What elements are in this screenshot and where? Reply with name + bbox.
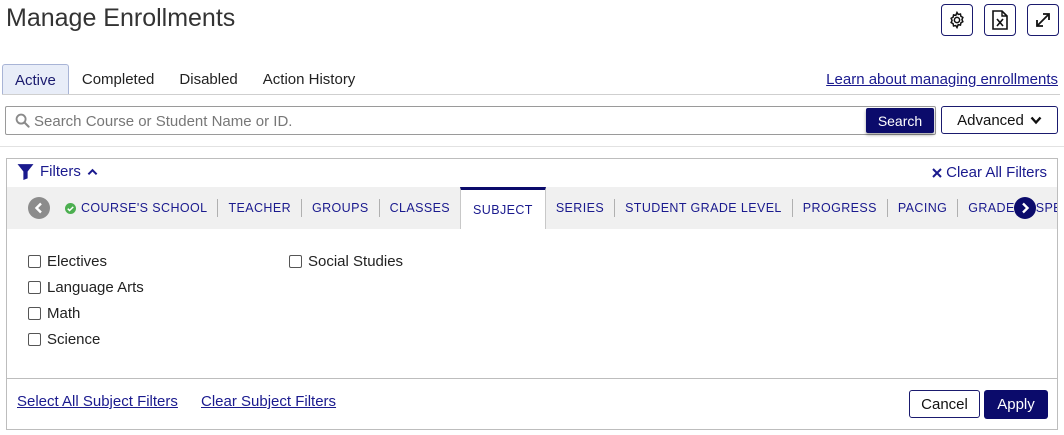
- category-prev-button[interactable]: [28, 197, 50, 219]
- category-student-grade-level[interactable]: STUDENT GRADE LEVEL: [615, 199, 793, 217]
- clear-all-filters-button[interactable]: Clear All Filters: [932, 164, 1047, 181]
- filter-categories: COURSE'S SCHOOL TEACHER GROUPS CLASSES S…: [55, 187, 1057, 229]
- search-button[interactable]: Search: [866, 108, 934, 133]
- chevron-left-icon: [34, 202, 42, 214]
- search-bar: Search: [5, 106, 936, 135]
- clear-all-filters-label: Clear All Filters: [946, 164, 1047, 181]
- tab-active[interactable]: Active: [2, 64, 69, 95]
- chevron-down-icon: [1030, 116, 1042, 124]
- advanced-label: Advanced: [957, 111, 1024, 129]
- subject-option-math[interactable]: Math: [28, 305, 80, 322]
- category-subject[interactable]: SUBJECT: [460, 187, 546, 229]
- section-divider: [0, 146, 1064, 147]
- cancel-button[interactable]: Cancel: [909, 390, 980, 418]
- expand-button[interactable]: [1027, 4, 1059, 36]
- check-circle-icon: [65, 202, 76, 214]
- category-teacher[interactable]: TEACHER: [218, 199, 302, 217]
- excel-file-icon: [992, 10, 1008, 30]
- category-next-button[interactable]: [1014, 197, 1036, 219]
- filter-category-bar: COURSE'S SCHOOL TEACHER GROUPS CLASSES S…: [7, 187, 1057, 229]
- category-groups[interactable]: GROUPS: [302, 199, 380, 217]
- subject-option-social-studies[interactable]: Social Studies: [289, 253, 403, 270]
- checkbox[interactable]: [28, 281, 41, 294]
- category-progress[interactable]: PROGRESS: [793, 199, 888, 217]
- learn-about-enrollments-link[interactable]: Learn about managing enrollments: [826, 71, 1058, 88]
- checkbox[interactable]: [28, 333, 41, 346]
- tabs-divider: [2, 94, 1060, 95]
- expand-arrows-icon: [1036, 13, 1050, 27]
- filter-panel: Filters Clear All Filters COURSE'S SCHOO…: [6, 158, 1058, 430]
- chevron-right-icon: [1022, 202, 1030, 214]
- category-courses-school[interactable]: COURSE'S SCHOOL: [55, 199, 219, 217]
- search-input[interactable]: [34, 110, 854, 132]
- checkbox[interactable]: [28, 307, 41, 320]
- chevron-up-icon: [87, 168, 98, 175]
- page-title: Manage Enrollments: [6, 4, 236, 32]
- select-all-subject-filters-link[interactable]: Select All Subject Filters: [17, 393, 178, 410]
- subject-option-science[interactable]: Science: [28, 331, 100, 348]
- enrollment-tabs: Active Completed Disabled Action History: [2, 64, 368, 95]
- option-label: Social Studies: [308, 253, 404, 270]
- category-pacing[interactable]: PACING: [888, 199, 959, 217]
- category-series[interactable]: SERIES: [546, 199, 616, 217]
- subject-option-electives[interactable]: Electives: [28, 253, 107, 270]
- tab-action-history[interactable]: Action History: [251, 64, 368, 95]
- advanced-search-button[interactable]: Advanced: [941, 106, 1058, 134]
- close-icon: [932, 167, 942, 178]
- checkbox[interactable]: [28, 255, 41, 268]
- settings-button[interactable]: [941, 4, 973, 36]
- option-label: Science: [47, 331, 101, 348]
- apply-button[interactable]: Apply: [984, 390, 1048, 419]
- gear-icon: [950, 11, 964, 29]
- category-label: COURSE'S SCHOOL: [81, 201, 208, 215]
- filters-label: Filters: [40, 163, 81, 180]
- filter-footer-divider: [7, 378, 1057, 379]
- tab-completed[interactable]: Completed: [70, 64, 167, 95]
- filters-toggle[interactable]: Filters: [17, 163, 98, 180]
- tab-disabled[interactable]: Disabled: [167, 64, 249, 95]
- option-label: Electives: [47, 253, 108, 270]
- export-excel-button[interactable]: [984, 4, 1016, 36]
- search-icon: [15, 113, 30, 128]
- option-label: Language Arts: [47, 279, 144, 296]
- category-classes[interactable]: CLASSES: [380, 199, 460, 217]
- checkbox[interactable]: [289, 255, 302, 268]
- option-label: Math: [47, 305, 81, 322]
- subject-option-language-arts[interactable]: Language Arts: [28, 279, 144, 296]
- funnel-icon: [17, 164, 34, 180]
- clear-subject-filters-link[interactable]: Clear Subject Filters: [201, 393, 336, 410]
